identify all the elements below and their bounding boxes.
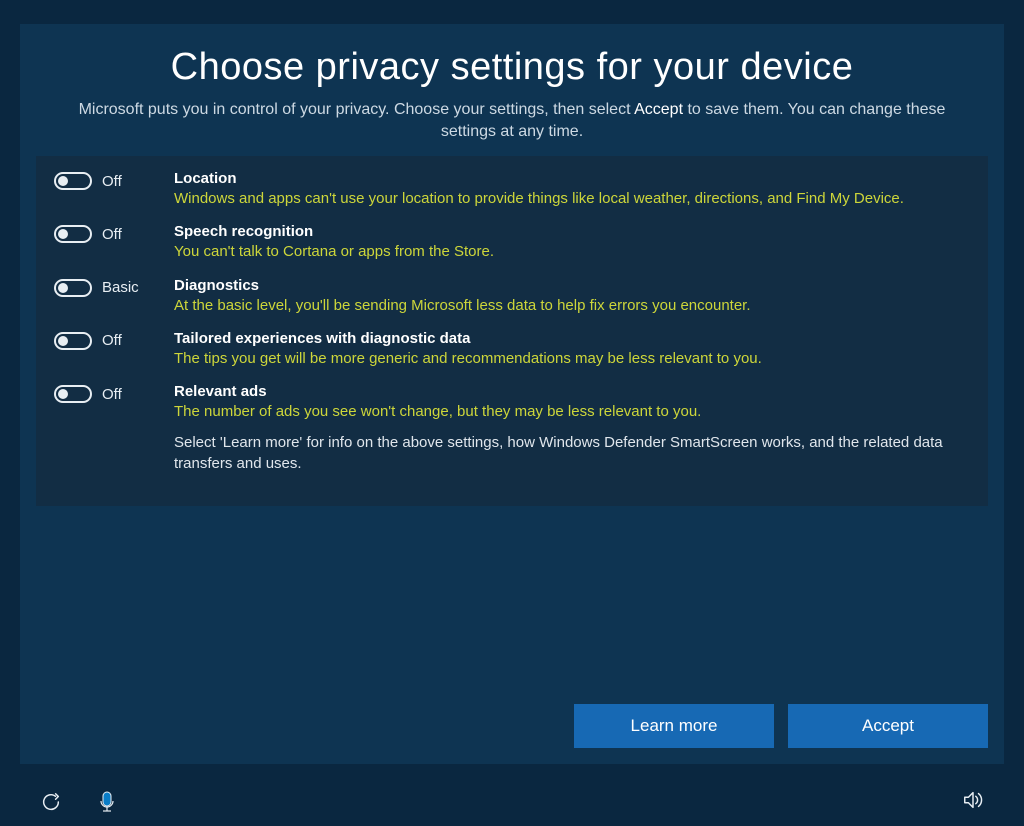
setting-text: Relevant ads The number of ads you see w… xyxy=(174,383,970,474)
volume-icon[interactable] xyxy=(962,789,984,811)
settings-panel: Off Location Windows and apps can't use … xyxy=(36,156,988,506)
cortana-mic-icon[interactable] xyxy=(96,791,118,813)
bottom-bar xyxy=(0,778,1024,826)
toggle-label: Off xyxy=(102,332,122,349)
setting-title: Location xyxy=(174,170,970,187)
toggle-speech[interactable] xyxy=(54,225,92,243)
toggle-tailored[interactable] xyxy=(54,332,92,350)
toggle-label: Off xyxy=(102,386,122,403)
toggle-ads[interactable] xyxy=(54,385,92,403)
setting-location: Off Location Windows and apps can't use … xyxy=(54,170,970,209)
setting-desc: The number of ads you see won't change, … xyxy=(174,402,970,422)
setting-title: Speech recognition xyxy=(174,223,970,240)
setting-diagnostics: Basic Diagnostics At the basic level, yo… xyxy=(54,277,970,316)
toggle-label: Off xyxy=(102,173,122,190)
setting-desc: The tips you get will be more generic an… xyxy=(174,349,970,369)
button-row: Learn more Accept xyxy=(574,704,988,748)
toggle-group: Basic xyxy=(54,277,174,297)
page-subtitle: Microsoft puts you in control of your pr… xyxy=(77,99,947,142)
setting-title: Diagnostics xyxy=(174,277,970,294)
setting-desc: You can't talk to Cortana or apps from t… xyxy=(174,242,970,262)
toggle-group: Off xyxy=(54,383,174,403)
toggle-group: Off xyxy=(54,330,174,350)
setting-desc: At the basic level, you'll be sending Mi… xyxy=(174,296,970,316)
toggle-location[interactable] xyxy=(54,172,92,190)
setting-tailored: Off Tailored experiences with diagnostic… xyxy=(54,330,970,369)
panel-footer-text: Select 'Learn more' for info on the abov… xyxy=(174,432,970,474)
content-panel: Choose privacy settings for your device … xyxy=(20,24,1004,764)
toggle-group: Off xyxy=(54,223,174,243)
learn-more-button[interactable]: Learn more xyxy=(574,704,774,748)
setting-text: Tailored experiences with diagnostic dat… xyxy=(174,330,970,369)
toggle-label: Basic xyxy=(102,279,139,296)
toggle-group: Off xyxy=(54,170,174,190)
setting-ads: Off Relevant ads The number of ads you s… xyxy=(54,383,970,474)
oobe-page: Choose privacy settings for your device … xyxy=(0,0,1024,826)
setting-text: Diagnostics At the basic level, you'll b… xyxy=(174,277,970,316)
setting-text: Location Windows and apps can't use your… xyxy=(174,170,970,209)
ease-of-access-icon[interactable] xyxy=(40,791,62,813)
setting-title: Relevant ads xyxy=(174,383,970,400)
page-title: Choose privacy settings for your device xyxy=(36,46,988,89)
setting-speech: Off Speech recognition You can't talk to… xyxy=(54,223,970,262)
toggle-diagnostics[interactable] xyxy=(54,279,92,297)
setting-desc: Windows and apps can't use your location… xyxy=(174,189,970,209)
setting-text: Speech recognition You can't talk to Cor… xyxy=(174,223,970,262)
subtitle-accept-word: Accept xyxy=(634,101,683,118)
setting-title: Tailored experiences with diagnostic dat… xyxy=(174,330,970,347)
toggle-label: Off xyxy=(102,226,122,243)
accept-button[interactable]: Accept xyxy=(788,704,988,748)
subtitle-pre: Microsoft puts you in control of your pr… xyxy=(79,101,635,118)
